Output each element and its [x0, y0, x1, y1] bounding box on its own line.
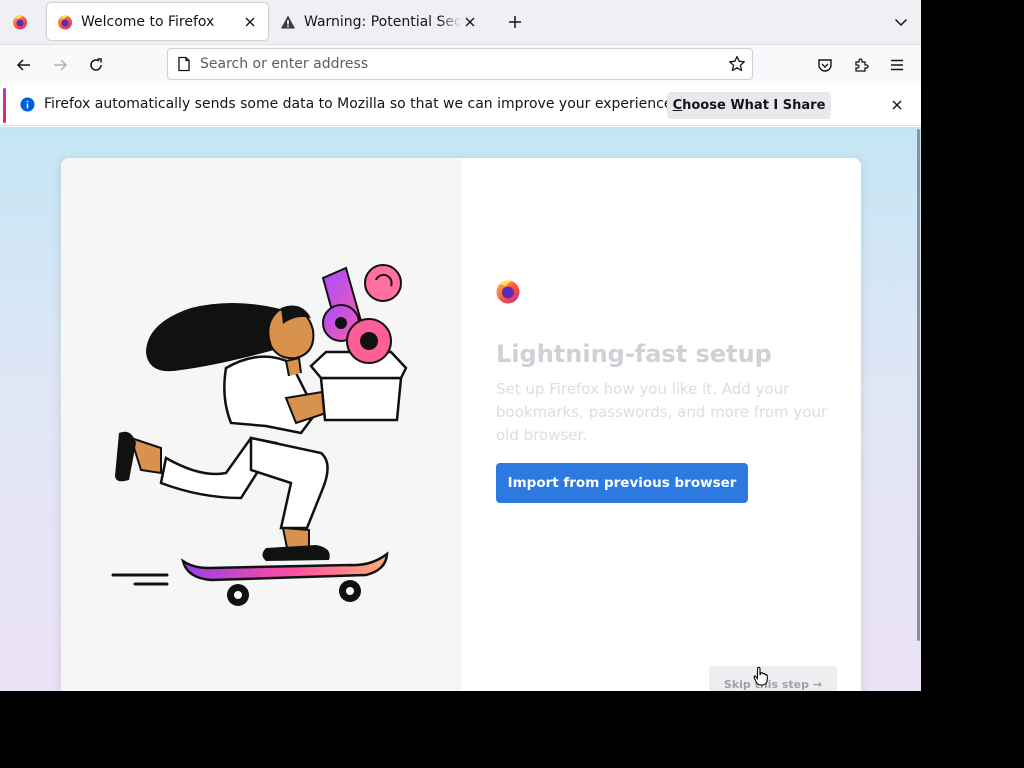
- scrollbar-thumb[interactable]: [917, 129, 920, 641]
- page-icon: [178, 56, 190, 72]
- tab-strip: Welcome to Firefox Warning: Potential Se…: [0, 0, 921, 45]
- warning-icon: [281, 15, 295, 28]
- info-icon: [20, 97, 35, 112]
- forward-button[interactable]: [46, 51, 74, 79]
- puzzle-icon: [855, 58, 869, 72]
- onboarding-card: Lightning-fast setup Set up Firefox how …: [61, 158, 861, 691]
- firefox-icon: [58, 15, 72, 29]
- hamburger-menu-icon: [891, 59, 903, 71]
- onboarding-headline: Lightning-fast setup: [496, 340, 772, 368]
- browser-window: Welcome to Firefox Warning: Potential Se…: [0, 0, 921, 691]
- back-arrow-icon: [16, 59, 30, 71]
- chevron-down-icon: [894, 18, 908, 27]
- choose-what-i-share-button[interactable]: Choose What I Share: [667, 92, 831, 119]
- close-icon: [892, 100, 902, 110]
- skip-step-button[interactable]: Skip this step →: [709, 666, 837, 691]
- back-button[interactable]: [10, 51, 38, 79]
- close-tab-icon[interactable]: [242, 14, 258, 30]
- import-browser-button[interactable]: Import from previous browser: [496, 463, 748, 503]
- address-bar[interactable]: [167, 48, 753, 80]
- url-input[interactable]: [200, 53, 700, 75]
- navigation-toolbar: [0, 45, 921, 84]
- pocket-button[interactable]: [811, 51, 839, 79]
- data-collection-notification: Firefox automatically sends some data to…: [0, 86, 921, 126]
- button-label: hoose What I Share: [682, 98, 826, 113]
- notification-message: Firefox automatically sends some data to…: [44, 96, 677, 112]
- illustration-panel: [61, 158, 462, 691]
- close-tab-icon[interactable]: [462, 14, 478, 30]
- plus-icon: [509, 16, 521, 28]
- skateboarder-illustration: [111, 264, 408, 606]
- tab-welcome[interactable]: Welcome to Firefox: [47, 3, 268, 40]
- page-content: Lightning-fast setup Set up Firefox how …: [0, 127, 921, 691]
- hand-cursor-icon: [753, 666, 768, 686]
- app-menu-button[interactable]: [883, 51, 911, 79]
- pinned-tab[interactable]: [6, 7, 34, 37]
- forward-arrow-icon: [54, 59, 68, 71]
- tab-label: Warning: Potential Security Risk Ahead: [304, 13, 462, 30]
- reload-icon: [90, 58, 102, 71]
- notification-accent: [3, 88, 6, 123]
- reload-button[interactable]: [82, 51, 110, 79]
- button-accesskey: C: [672, 98, 683, 113]
- tab-label: Welcome to Firefox: [81, 13, 215, 30]
- close-notification-button[interactable]: [889, 97, 905, 113]
- extensions-button[interactable]: [847, 51, 875, 79]
- firefox-icon: [13, 15, 27, 30]
- onboarding-subtext: Set up Firefox how you like it. Add your…: [496, 380, 828, 444]
- list-all-tabs-button[interactable]: [889, 10, 913, 34]
- firefox-logo-icon: [496, 280, 520, 304]
- pocket-icon: [818, 59, 832, 72]
- bookmark-star-icon[interactable]: [728, 55, 746, 73]
- tab-security-warning[interactable]: Warning: Potential Security Risk Ahead: [270, 3, 488, 40]
- new-tab-button[interactable]: [503, 10, 527, 34]
